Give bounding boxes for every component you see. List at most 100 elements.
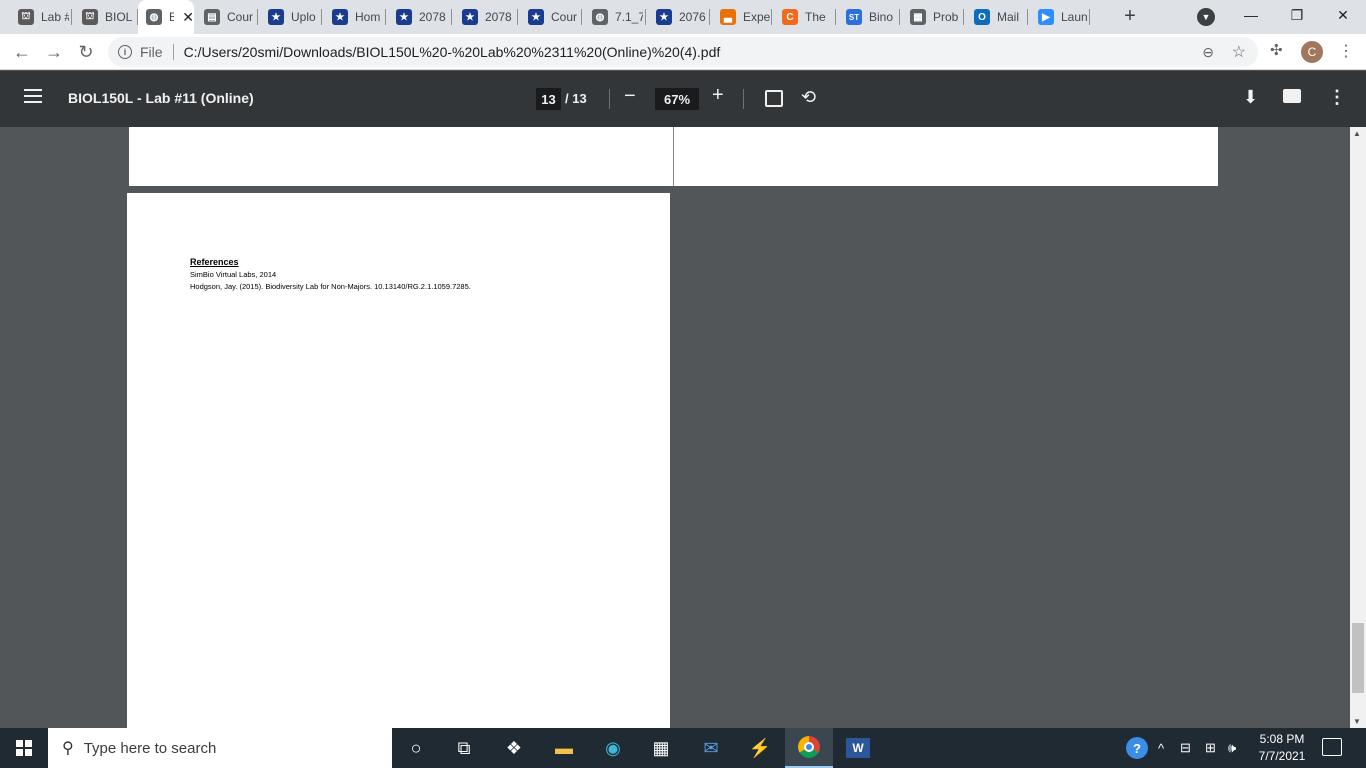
file-explorer-icon[interactable]: ▬ (540, 728, 588, 768)
bookmark-star-icon[interactable]: ☆ (1232, 42, 1246, 62)
forward-icon[interactable]: → (42, 40, 66, 64)
system-clock[interactable]: 5:08 PM 7/7/2021 (1242, 731, 1322, 765)
ucla-icon: ⛫ (18, 9, 34, 25)
browser-tab[interactable]: ◍ 7.1_7 (582, 4, 646, 30)
star-badge-icon: ★ (462, 9, 478, 25)
profile-avatar[interactable]: C (1301, 41, 1323, 63)
new-tab-button[interactable]: + (1118, 4, 1142, 28)
edge-icon[interactable]: ◉ (589, 728, 637, 768)
browser-tab[interactable]: ★ Cour (518, 4, 582, 30)
tab-title: Uplo (291, 10, 316, 24)
download-icon[interactable]: ⬇ (1243, 87, 1258, 108)
show-hidden-icons-icon[interactable]: ^ (1158, 728, 1164, 768)
more-options-icon[interactable]: ⋮ (1328, 87, 1346, 108)
pdf-viewer[interactable]: References SimBio Virtual Labs, 2014 Hod… (0, 127, 1350, 728)
help-icon[interactable]: ? (1126, 728, 1148, 768)
scroll-up-arrow-icon[interactable]: ▲ (1353, 129, 1361, 138)
network-icon[interactable]: ⊟ (1180, 728, 1191, 768)
store-icon[interactable]: ▦ (637, 728, 685, 768)
browser-tab[interactable]: ★ 2076 (646, 4, 710, 30)
mail-icon[interactable]: ✉ (687, 728, 735, 768)
browser-tab[interactable]: ★ Uplo (258, 4, 322, 30)
word-icon[interactable]: W (834, 728, 882, 768)
search-icon: ⚲ (62, 740, 74, 757)
cortana-icon[interactable]: ○ (392, 728, 440, 768)
tab-title: Hom (355, 10, 381, 24)
rotate-icon[interactable]: ⟲ (801, 87, 816, 108)
fit-page-icon[interactable] (765, 90, 783, 107)
bar-chart-icon: ▃ (720, 9, 736, 25)
toolbar-divider (609, 89, 610, 109)
windows-logo-icon (16, 740, 32, 756)
chrome-icon[interactable] (785, 728, 833, 768)
vertical-scrollbar[interactable]: ▲ ▼ (1350, 127, 1366, 728)
browser-tab[interactable]: O Mail (964, 4, 1028, 30)
url-text[interactable]: C:/Users/20smi/Downloads/BIOL150L%20-%20… (184, 44, 721, 60)
back-icon[interactable]: ← (10, 40, 34, 64)
app-icon[interactable]: ⚡ (736, 728, 784, 768)
browser-tab[interactable]: ▤ Cour (194, 4, 258, 30)
zoom-icon[interactable]: ⊖ (1202, 44, 1214, 61)
ucla-icon: ⛫ (82, 9, 98, 25)
info-icon[interactable]: i (118, 45, 132, 59)
start-button[interactable] (0, 728, 48, 768)
star-badge-icon: ★ (396, 9, 412, 25)
browser-tab[interactable]: ⛫ Lab # (8, 4, 72, 30)
zoom-in-button[interactable]: + (712, 84, 724, 107)
reference-item: Hodgson, Jay. (2015). Biodiversity Lab f… (190, 282, 471, 291)
taskbar-search-box[interactable]: ⚲ Type here to search (48, 728, 392, 768)
tab-title: 7.1_7 (615, 10, 643, 24)
zoom-level-input[interactable]: 67% (655, 88, 699, 110)
restore-button[interactable]: ❐ (1274, 0, 1320, 30)
tab-search-icon[interactable]: ▼ (1197, 8, 1215, 26)
reference-item: SimBio Virtual Labs, 2014 (190, 270, 277, 279)
tab-title: 2078 (419, 10, 446, 24)
page-number-input[interactable]: 13 (536, 88, 561, 110)
globe-icon: ◍ (146, 9, 162, 25)
browser-tab[interactable]: ★ Hom (322, 4, 386, 30)
table-column-divider (673, 127, 674, 186)
browser-tab[interactable]: ▦ Prob (900, 4, 964, 30)
dropbox-icon[interactable]: ❖ (490, 728, 538, 768)
outlook-icon: O (974, 9, 990, 25)
browser-tab[interactable]: ★ 2078 (452, 4, 518, 30)
tab-title: Mail (997, 10, 1020, 24)
notifications-icon[interactable] (1322, 738, 1342, 756)
close-window-button[interactable]: ✕ (1320, 0, 1366, 30)
toolbar-divider (743, 89, 744, 109)
address-bar[interactable]: i File C:/Users/20smi/Downloads/BIOL150L… (108, 37, 1258, 67)
pdf-page: References SimBio Virtual Labs, 2014 Hod… (127, 193, 670, 728)
zoom-out-button[interactable]: − (624, 85, 636, 108)
tab-title: Expe (743, 10, 771, 24)
tab-strip: ⛫ Lab # ⛫ BIOL ◍ B ✕ ▤ Cour ★ Uplo ★ Hom ★ 2078 ★ 2078 ★ C… (0, 0, 1366, 34)
references-section: References SimBio Virtual Labs, 2014 Hod… (190, 257, 471, 293)
browser-tab[interactable]: ★ 2078 (386, 4, 452, 30)
close-tab-icon[interactable]: ✕ (182, 9, 194, 26)
task-view-icon[interactable]: ⧉ (440, 728, 488, 768)
hamburger-menu-icon[interactable] (24, 89, 42, 109)
previous-page-bottom (129, 127, 1218, 186)
browser-tab[interactable]: ▶ Laun (1028, 4, 1090, 30)
search-placeholder: Type here to search (83, 739, 217, 757)
tab-title: 2078 (485, 10, 512, 24)
volume-icon[interactable]: 🕪 (1228, 728, 1236, 768)
extensions-puzzle-icon[interactable]: ✣ (1270, 41, 1283, 59)
star-badge-icon: ★ (268, 9, 284, 25)
tab-separator (1089, 9, 1090, 25)
calculator-icon: ▦ (910, 9, 926, 25)
tab-title: Bino (869, 10, 894, 24)
browser-tab[interactable]: ST Bino (836, 4, 900, 30)
browser-tab[interactable]: ◍ B ✕ (138, 0, 194, 34)
browser-toolbar: ← → ↻ i File C:/Users/20smi/Downloads/BI… (0, 34, 1366, 70)
browser-tab[interactable]: ⛫ BIOL (72, 4, 138, 30)
browser-menu-icon[interactable]: ⋮ (1338, 41, 1354, 61)
scroll-down-arrow-icon[interactable]: ▼ (1353, 717, 1361, 726)
print-icon[interactable] (1283, 89, 1301, 103)
browser-tab[interactable]: C The (772, 4, 836, 30)
url-divider (172, 44, 174, 60)
browser-tab[interactable]: ▃ Expe (710, 4, 772, 30)
display-icon[interactable]: ⊞ (1205, 728, 1216, 768)
minimize-button[interactable]: — (1228, 0, 1274, 30)
reload-icon[interactable]: ↻ (74, 40, 98, 64)
scrollbar-thumb[interactable] (1352, 623, 1364, 693)
